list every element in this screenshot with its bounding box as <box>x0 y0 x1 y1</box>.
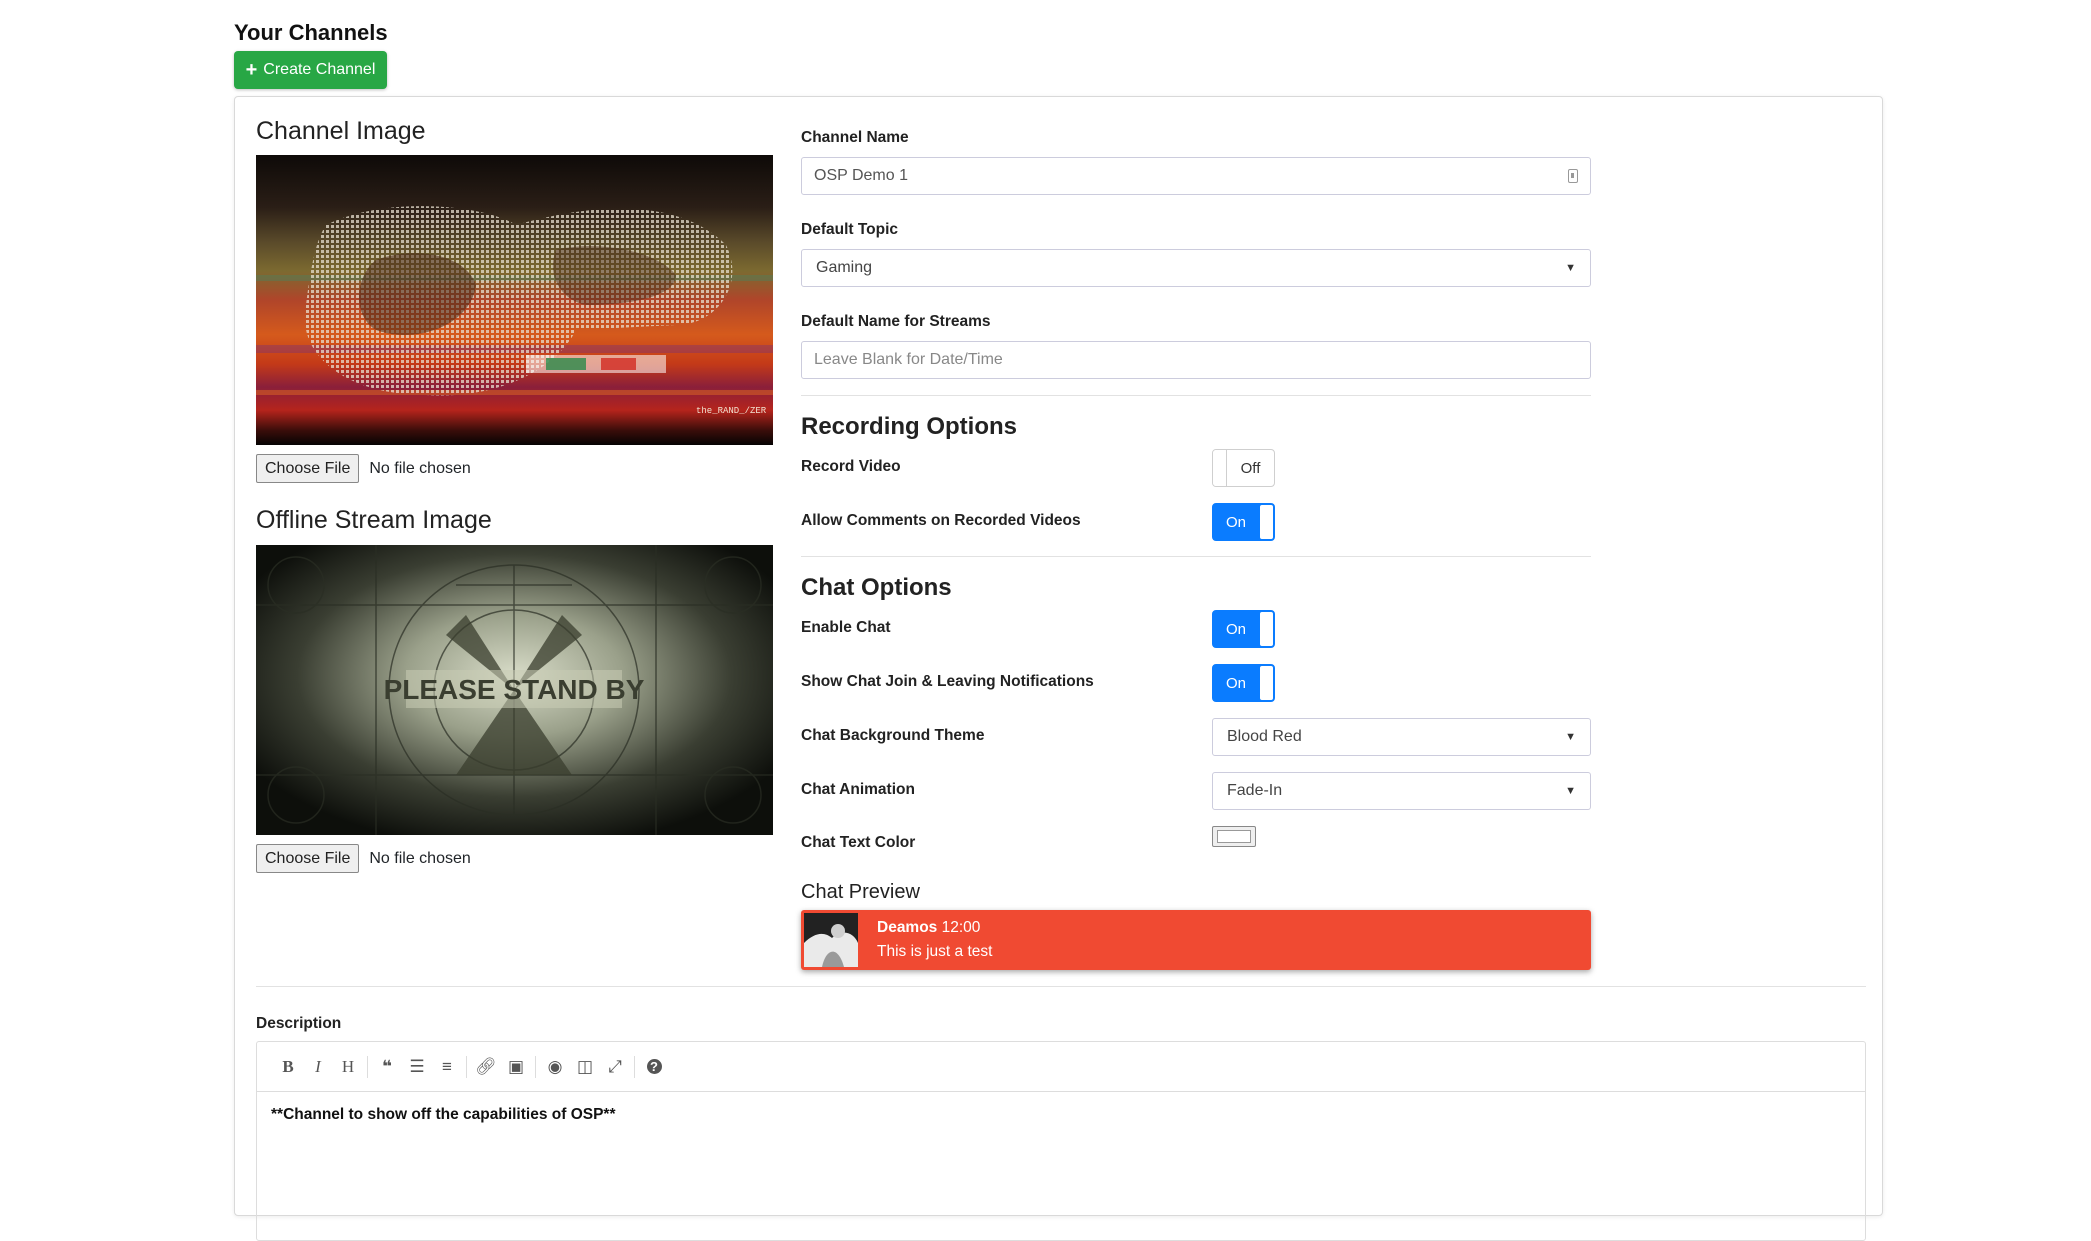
quote-icon[interactable]: ❝ <box>372 1052 402 1082</box>
side-by-side-icon[interactable]: ◫ <box>570 1052 600 1082</box>
channel-name-label: Channel Name <box>801 129 909 146</box>
avatar <box>804 913 858 967</box>
channel-image-file-row: Choose File No file chosen <box>256 454 471 483</box>
toggle-knob <box>1260 505 1273 539</box>
create-channel-button[interactable]: + Create Channel <box>234 51 387 89</box>
chat-animation-label: Chat Animation <box>801 781 915 798</box>
chat-bg-theme-label: Chat Background Theme <box>801 727 985 744</box>
chat-bg-theme-select[interactable]: Blood Red ▼ <box>1212 718 1591 756</box>
offline-image-file-status: No file chosen <box>369 849 471 867</box>
channel-image-file-status: No file chosen <box>369 459 471 477</box>
chat-username: Deamos <box>877 919 938 936</box>
offline-image-heading: Offline Stream Image <box>256 506 492 534</box>
italic-icon[interactable]: I <box>303 1052 333 1082</box>
allow-comments-state: On <box>1225 513 1246 531</box>
enable-chat-label: Enable Chat <box>801 619 891 636</box>
chat-animation-select[interactable]: Fade-In ▼ <box>1212 772 1591 810</box>
preview-icon[interactable]: ◉ <box>540 1052 570 1082</box>
unordered-list-icon[interactable]: ☰ <box>402 1052 432 1082</box>
plus-icon: + <box>245 59 258 81</box>
offline-image-file-row: Choose File No file chosen <box>256 844 471 873</box>
default-topic-label: Default Topic <box>801 221 899 238</box>
create-channel-label: Create Channel <box>263 61 376 78</box>
allow-comments-toggle[interactable]: On <box>1212 503 1275 541</box>
allow-comments-label: Allow Comments on Recorded Videos <box>801 512 1081 529</box>
default-topic-value: Gaming <box>816 259 873 276</box>
chat-message-text: This is just a test <box>877 943 993 960</box>
page-title: Your Channels <box>234 20 388 45</box>
chat-preview: Deamos 12:00 This is just a test <box>801 910 1591 970</box>
color-swatch-fill <box>1217 830 1251 843</box>
toggle-knob <box>1213 450 1227 486</box>
enable-chat-state: On <box>1225 620 1246 638</box>
channel-image: the_RAND_/ZER <box>256 155 773 445</box>
divider <box>256 986 1866 987</box>
chat-text-color-picker[interactable] <box>1212 826 1256 847</box>
channel-name-value: OSP Demo 1 <box>814 167 908 184</box>
record-video-state: Off <box>1240 459 1261 477</box>
bold-icon[interactable]: B <box>273 1052 303 1082</box>
editor-toolbar: B I H ❝ ☰ ≡ 🔗︎ ▣ ◉ ◫ ⤢ ? <box>257 1042 1865 1092</box>
enable-chat-toggle[interactable]: On <box>1212 610 1275 648</box>
recording-options-heading: Recording Options <box>801 413 1017 440</box>
chat-notifications-toggle[interactable]: On <box>1212 664 1275 702</box>
chat-animation-value: Fade-In <box>1227 782 1283 799</box>
offline-image-text: PLEASE STAND BY <box>384 674 645 705</box>
default-stream-name-placeholder: Leave Blank for Date/Time <box>814 351 1003 368</box>
chevron-down-icon: ▼ <box>1565 731 1576 743</box>
toolbar-separator <box>634 1055 635 1078</box>
channel-image-credit: the_RAND_/ZER <box>696 406 767 416</box>
heading-icon[interactable]: H <box>333 1052 363 1082</box>
image-icon[interactable]: ▣ <box>501 1052 531 1082</box>
password-manager-icon[interactable] <box>1568 169 1578 183</box>
description-label: Description <box>256 1015 342 1032</box>
toolbar-separator <box>466 1055 467 1078</box>
offline-image-choose-file-button[interactable]: Choose File <box>256 844 360 873</box>
ordered-list-icon[interactable]: ≡ <box>432 1052 462 1082</box>
chat-message: Deamos 12:00 This is just a test <box>877 916 992 964</box>
record-video-toggle[interactable]: Off <box>1212 449 1275 487</box>
channel-name-input[interactable]: OSP Demo 1 <box>801 157 1591 195</box>
divider <box>801 395 1591 396</box>
chevron-down-icon: ▼ <box>1565 785 1576 797</box>
toggle-knob <box>1260 666 1273 700</box>
divider <box>801 556 1591 557</box>
default-stream-name-label: Default Name for Streams <box>801 313 991 330</box>
toggle-knob <box>1260 612 1273 646</box>
channel-image-heading: Channel Image <box>256 117 426 145</box>
default-topic-select[interactable]: Gaming ▼ <box>801 249 1591 287</box>
description-content[interactable]: **Channel to show off the capabilities o… <box>257 1092 1865 1138</box>
fullscreen-icon[interactable]: ⤢ <box>600 1052 630 1082</box>
chat-options-heading: Chat Options <box>801 574 952 601</box>
chevron-down-icon: ▼ <box>1565 262 1576 274</box>
toolbar-separator <box>367 1055 368 1078</box>
chat-notifications-label: Show Chat Join & Leaving Notifications <box>801 673 1094 690</box>
channel-card: Channel Image the_RAND_/ZER Choose File … <box>234 96 1883 1241</box>
link-icon[interactable]: 🔗︎ <box>471 1052 501 1082</box>
default-stream-name-input[interactable]: Leave Blank for Date/Time <box>801 341 1591 379</box>
chat-preview-heading: Chat Preview <box>801 881 920 903</box>
chat-notifications-state: On <box>1225 674 1246 692</box>
markdown-editor[interactable]: B I H ❝ ☰ ≡ 🔗︎ ▣ ◉ ◫ ⤢ ? **Channel to sh… <box>256 1041 1866 1241</box>
toolbar-separator <box>535 1055 536 1078</box>
chat-bg-theme-value: Blood Red <box>1227 728 1302 745</box>
channel-image-choose-file-button[interactable]: Choose File <box>256 454 360 483</box>
chat-timestamp: 12:00 <box>941 919 981 936</box>
offline-stream-image: PLEASE STAND BY <box>256 545 773 835</box>
chat-text-color-label: Chat Text Color <box>801 834 916 851</box>
help-icon[interactable]: ? <box>639 1052 669 1082</box>
record-video-label: Record Video <box>801 458 901 475</box>
